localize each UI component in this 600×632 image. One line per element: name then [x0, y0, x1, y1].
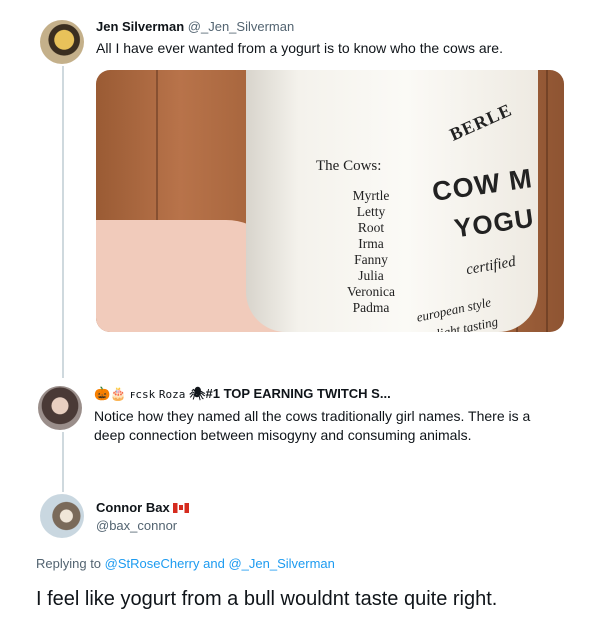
thread-connector-line	[62, 66, 64, 378]
mention-link[interactable]: @StRoseCherry	[105, 556, 200, 571]
cow-name: Fanny	[354, 252, 388, 267]
mention-link[interactable]: @_Jen_Silverman	[228, 556, 334, 571]
cow-name: Julia	[358, 268, 384, 283]
yogurt-container: The Cows: Myrtle Letty Root Irma Fanny J…	[246, 70, 538, 332]
cow-name: Veronica	[347, 284, 395, 299]
product-label: COW M	[430, 163, 535, 207]
brand-label: BERLE	[446, 99, 516, 145]
thread-connector-line	[62, 432, 64, 492]
avatar[interactable]	[38, 386, 82, 430]
tweet-photo[interactable]: The Cows: Myrtle Letty Root Irma Fanny J…	[96, 70, 564, 332]
product-label: YOGU	[452, 202, 537, 244]
author-name[interactable]: Connor Bax	[96, 500, 189, 515]
cow-name: Letty	[356, 204, 386, 219]
name-emoji: 🎃🎂	[94, 386, 127, 401]
certified-label: certified	[464, 253, 517, 279]
tweet-text: I feel like yogurt from a bull wouldnt t…	[36, 588, 498, 610]
cows-list: Myrtle Letty Root Irma Fanny Julia Veron…	[326, 188, 416, 316]
replying-to: Replying to @StRoseCherry and @_Jen_Silv…	[36, 556, 335, 571]
cows-title: The Cows:	[316, 158, 382, 174]
spider-icon: 🕷	[189, 386, 206, 401]
avatar[interactable]	[40, 20, 84, 64]
cow-name: Root	[357, 220, 385, 235]
cow-name: Irma	[358, 236, 384, 251]
author-name[interactable]: Jen Silverman @_Jen_Silverman	[96, 19, 294, 34]
tweet-text: All I have ever wanted from a yogurt is …	[96, 40, 503, 56]
author-handle[interactable]: @bax_connor	[96, 518, 177, 533]
author-name[interactable]: 🎃🎂 ꜰcsk Roza 🕷#1 TOP EARNING TWITCH S...	[94, 386, 391, 402]
tweet-text: Notice how they named all the cows tradi…	[94, 408, 531, 443]
wood-grain	[546, 70, 548, 332]
cow-name: Myrtle	[352, 188, 390, 203]
avatar[interactable]	[40, 494, 84, 538]
canada-flag-icon	[172, 503, 189, 513]
cow-name: Padma	[352, 300, 390, 315]
author-handle[interactable]: @_Jen_Silverman	[188, 19, 294, 34]
